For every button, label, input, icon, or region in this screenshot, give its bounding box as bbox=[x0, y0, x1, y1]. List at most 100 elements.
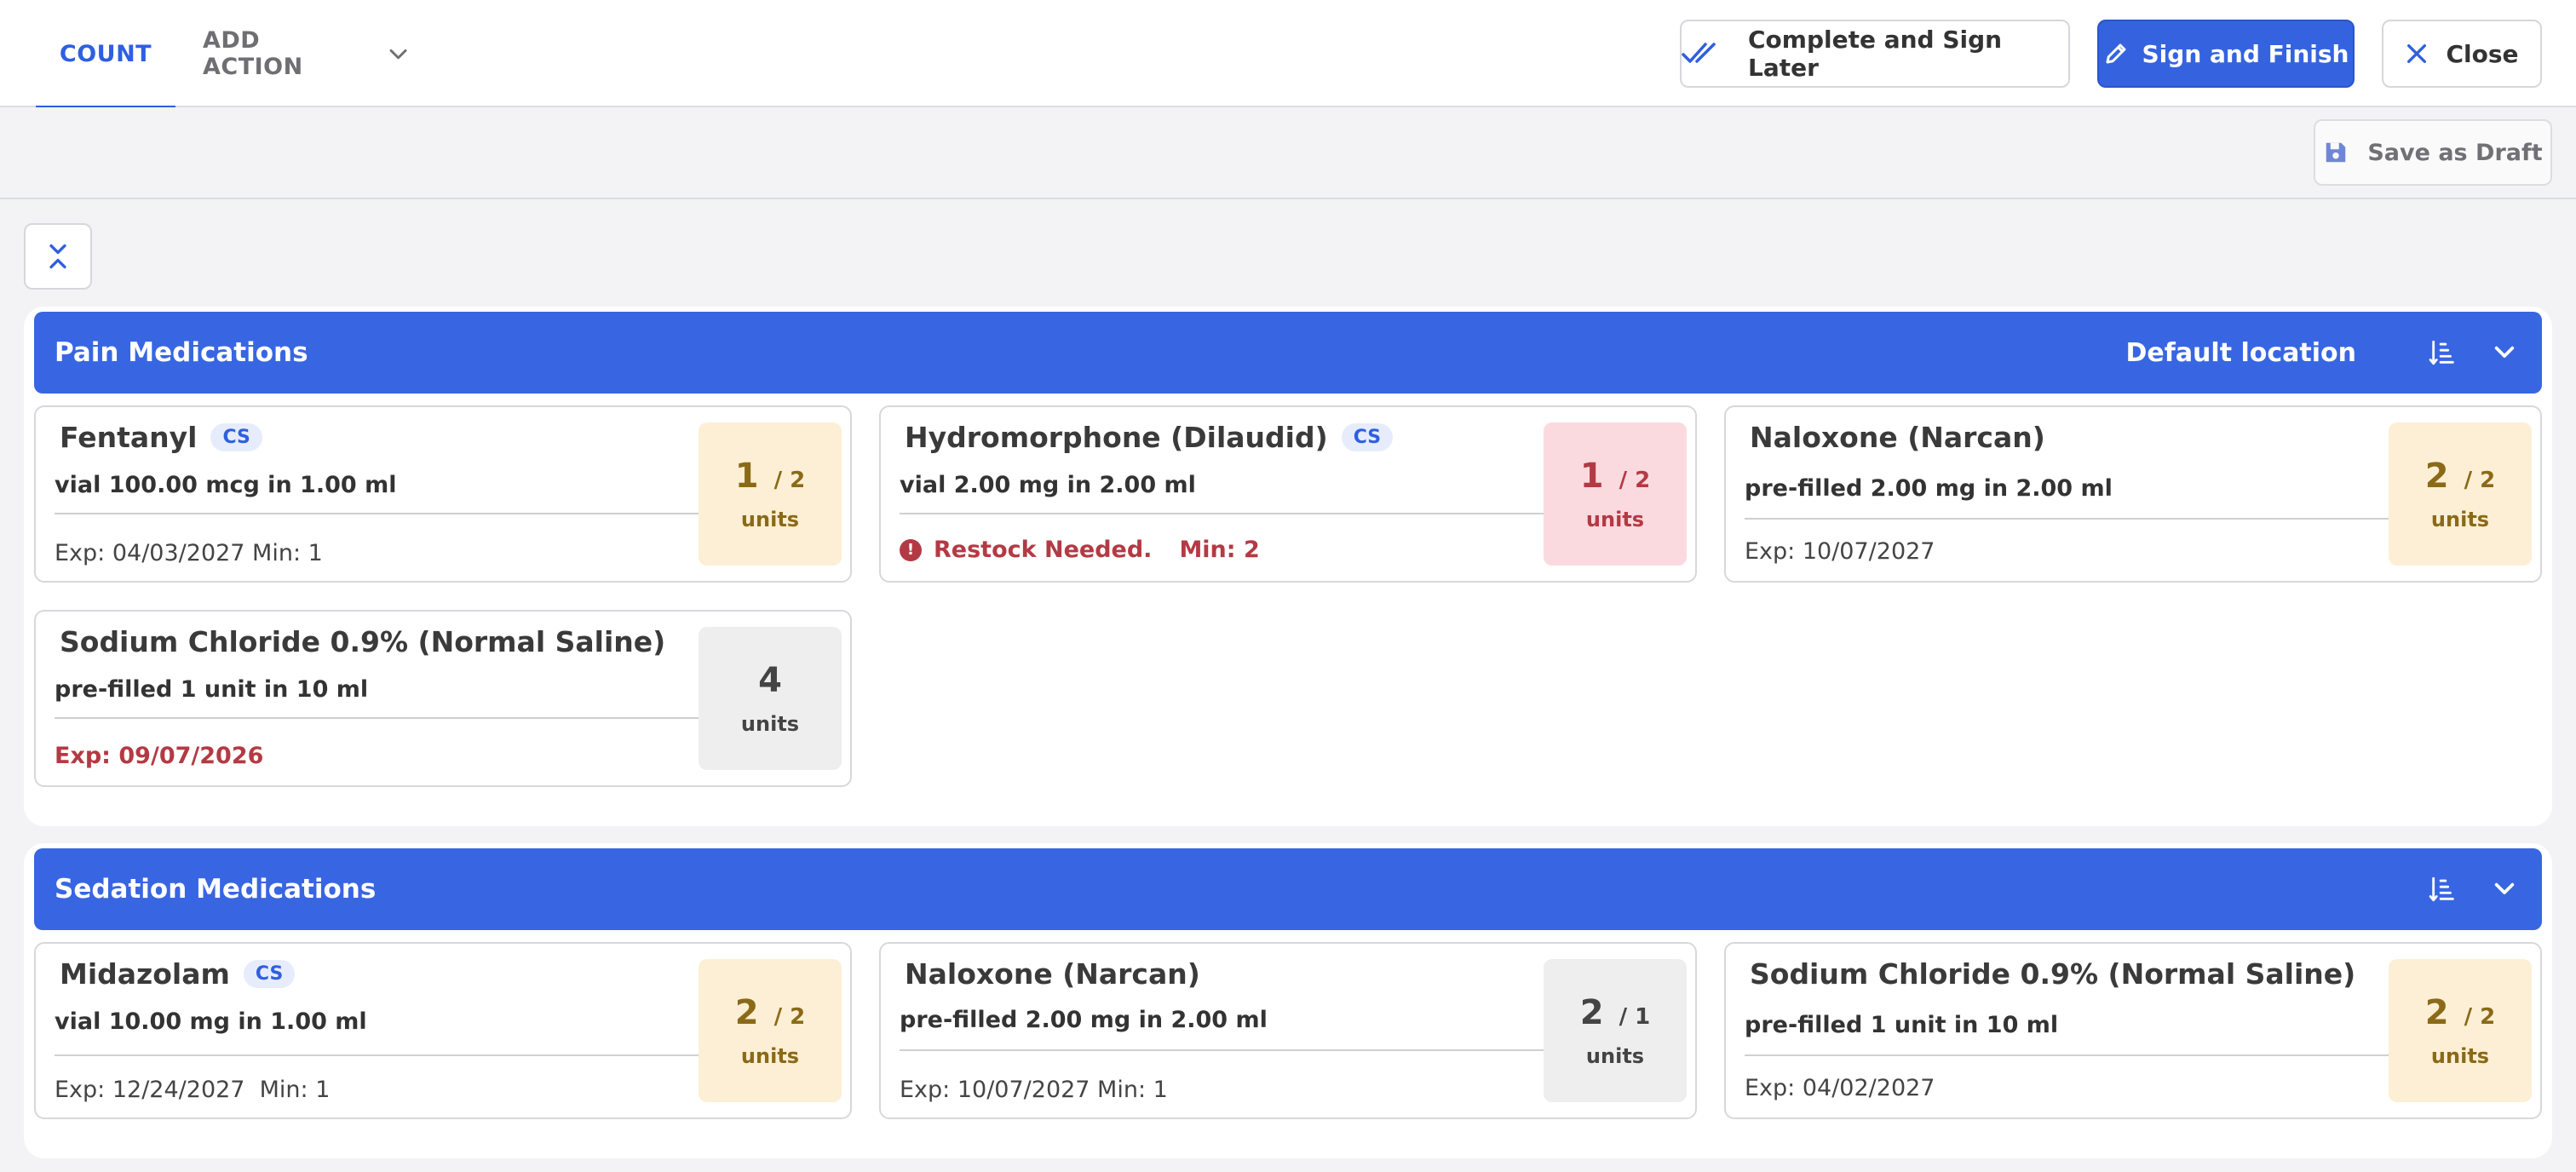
tab-count[interactable]: COUNT bbox=[36, 0, 175, 109]
complete-and-sign-later-button[interactable]: Complete and Sign Later bbox=[1680, 20, 2070, 88]
chevron-down-icon[interactable] bbox=[2487, 336, 2521, 370]
medication-details: pre-filled 1 unit in 10 ml bbox=[55, 676, 369, 703]
tab-add-action-label: ADD ACTION bbox=[203, 27, 303, 80]
quantity-box[interactable]: 1 / 2 units bbox=[699, 422, 842, 566]
divider bbox=[1745, 1054, 2394, 1056]
quantity-unit: units bbox=[2430, 1044, 2490, 1068]
quantity-max: / 2 bbox=[773, 468, 806, 493]
quantity-unit: units bbox=[740, 508, 800, 531]
quantity-box[interactable]: 2 / 2 units bbox=[699, 959, 842, 1102]
secondary-toolbar bbox=[0, 107, 2576, 199]
divider bbox=[55, 513, 704, 514]
section-header[interactable]: Sedation Medications bbox=[34, 848, 2542, 930]
card-title: Hydromorphone (Dilaudid) CS bbox=[905, 421, 1394, 454]
medication-card[interactable]: Naloxone (Narcan) pre-filled 2.00 mg in … bbox=[879, 942, 1697, 1119]
medication-card[interactable]: Midazolam CS vial 10.00 mg in 1.00 ml Ex… bbox=[34, 942, 852, 1119]
restock-text: Restock Needed. bbox=[934, 537, 1153, 563]
quantity-count: 2 bbox=[734, 993, 759, 1032]
expiry-text: Exp: 10/07/2027 Min: 1 bbox=[900, 1077, 1168, 1103]
expiry-text: Exp: 04/03/2027 Min: 1 bbox=[55, 540, 323, 566]
sign-and-finish-button[interactable]: Sign and Finish bbox=[2097, 20, 2355, 88]
medication-details: vial 2.00 mg in 2.00 ml bbox=[900, 472, 1196, 498]
min-text: Min: 2 bbox=[1179, 537, 1260, 563]
medication-card[interactable]: Hydromorphone (Dilaudid) CS vial 2.00 mg… bbox=[879, 405, 1697, 583]
section-sedation-medications: Sedation Medications Midazolam CS vial 1… bbox=[24, 843, 2552, 1158]
card-footer: Exp: 10/07/2027 bbox=[1745, 538, 1935, 565]
medication-name: Naloxone (Narcan) bbox=[905, 957, 1200, 991]
divider bbox=[1745, 518, 2394, 520]
quantity-box[interactable]: 2 / 1 units bbox=[1544, 959, 1687, 1102]
controlled-substance-badge: CS bbox=[1341, 423, 1394, 451]
quantity-max: / 2 bbox=[2464, 1004, 2496, 1030]
quantity-count: 2 bbox=[2424, 457, 2449, 496]
alert-icon: ! bbox=[900, 538, 922, 561]
medication-name: Sodium Chloride 0.9% (Normal Saline) bbox=[1750, 957, 2356, 991]
close-label: Close bbox=[2446, 39, 2519, 68]
card-title: Midazolam CS bbox=[60, 957, 296, 991]
collapse-icon bbox=[49, 244, 66, 269]
floppy-disk-icon bbox=[2326, 142, 2346, 163]
location-label[interactable]: Default location bbox=[2126, 338, 2356, 368]
sign-and-finish-label: Sign and Finish bbox=[2142, 39, 2349, 68]
expiry-text: Exp: 10/07/2027 bbox=[1745, 538, 1935, 565]
medication-details: vial 10.00 mg in 1.00 ml bbox=[55, 1008, 367, 1035]
close-icon bbox=[2407, 44, 2427, 63]
quantity-box[interactable]: 4 units bbox=[699, 627, 842, 770]
quantity-count: 2 bbox=[2424, 993, 2449, 1032]
save-as-draft-label: Save as Draft bbox=[2367, 139, 2543, 166]
expiry-text: Exp: 09/07/2026 bbox=[55, 743, 264, 769]
card-footer: Exp: 04/02/2027 bbox=[1745, 1075, 1935, 1101]
quantity-box[interactable]: 2 / 2 units bbox=[2389, 959, 2532, 1102]
expiry-text: Exp: 12/24/2027 Min: 1 bbox=[55, 1077, 331, 1103]
top-bar: COUNT ADD ACTION Complete and Sign Later… bbox=[0, 0, 2576, 109]
quantity-max: / 2 bbox=[773, 1004, 806, 1030]
card-title: Fentanyl CS bbox=[60, 421, 262, 454]
chevron-down-icon bbox=[389, 49, 407, 60]
section-header[interactable]: Pain Medications Default location bbox=[34, 312, 2542, 394]
section-title: Sedation Medications bbox=[55, 874, 377, 905]
card-footer: ! Restock Needed. Min: 2 bbox=[900, 537, 1260, 563]
quantity-box[interactable]: 2 / 2 units bbox=[2389, 422, 2532, 566]
card-footer: Exp: 12/24/2027 Min: 1 bbox=[55, 1077, 330, 1103]
divider bbox=[900, 1049, 1549, 1051]
medication-details: pre-filled 1 unit in 10 ml bbox=[1745, 1012, 2059, 1038]
medication-name: Hydromorphone (Dilaudid) bbox=[905, 421, 1328, 454]
quantity-unit: units bbox=[740, 1044, 800, 1068]
tab-add-action[interactable]: ADD ACTION bbox=[189, 0, 411, 107]
quantity-unit: units bbox=[740, 712, 800, 736]
collapse-all-button[interactable] bbox=[24, 223, 92, 290]
expiry-text: Exp: 04/02/2027 bbox=[1745, 1075, 1935, 1101]
quantity-max: / 2 bbox=[1619, 468, 1651, 493]
divider bbox=[55, 1054, 704, 1056]
quantity-count: 4 bbox=[758, 661, 782, 700]
tab-count-label: COUNT bbox=[59, 40, 152, 67]
card-footer: Exp: 04/03/2027 Min: 1 bbox=[55, 540, 323, 566]
save-as-draft-button[interactable]: Save as Draft bbox=[2314, 119, 2552, 186]
sort-icon[interactable] bbox=[2426, 872, 2460, 906]
close-button[interactable]: Close bbox=[2382, 20, 2542, 88]
quantity-unit: units bbox=[2430, 508, 2490, 531]
controlled-substance-badge: CS bbox=[210, 423, 262, 451]
divider bbox=[900, 513, 1549, 514]
medication-card[interactable]: Sodium Chloride 0.9% (Normal Saline) pre… bbox=[34, 610, 852, 787]
medication-card[interactable]: Naloxone (Narcan) pre-filled 2.00 mg in … bbox=[1724, 405, 2542, 583]
medication-details: pre-filled 2.00 mg in 2.00 ml bbox=[900, 1007, 1268, 1033]
medication-name: Sodium Chloride 0.9% (Normal Saline) bbox=[60, 625, 666, 658]
card-footer: Exp: 10/07/2027 Min: 1 bbox=[900, 1077, 1168, 1103]
quantity-unit: units bbox=[1585, 508, 1645, 531]
medication-details: pre-filled 2.00 mg in 2.00 ml bbox=[1745, 475, 2113, 502]
sort-icon[interactable] bbox=[2426, 336, 2460, 370]
section-pain-medications: Pain Medications Default location Fentan… bbox=[24, 307, 2552, 826]
quantity-box[interactable]: 1 / 2 units bbox=[1544, 422, 1687, 566]
quantity-max: / 1 bbox=[1619, 1004, 1651, 1030]
controlled-substance-badge: CS bbox=[243, 960, 296, 988]
medication-name: Naloxone (Narcan) bbox=[1750, 421, 2045, 454]
quantity-unit: units bbox=[1585, 1044, 1645, 1068]
medication-card[interactable]: Fentanyl CS vial 100.00 mcg in 1.00 ml E… bbox=[34, 405, 852, 583]
quantity-max: / 2 bbox=[2464, 468, 2496, 493]
card-footer: Exp: 09/07/2026 bbox=[55, 743, 263, 769]
chevron-down-icon[interactable] bbox=[2487, 872, 2521, 906]
medication-name: Midazolam bbox=[60, 957, 230, 991]
medication-card[interactable]: Sodium Chloride 0.9% (Normal Saline) pre… bbox=[1724, 942, 2542, 1119]
complete-and-sign-later-label: Complete and Sign Later bbox=[1748, 26, 2003, 82]
